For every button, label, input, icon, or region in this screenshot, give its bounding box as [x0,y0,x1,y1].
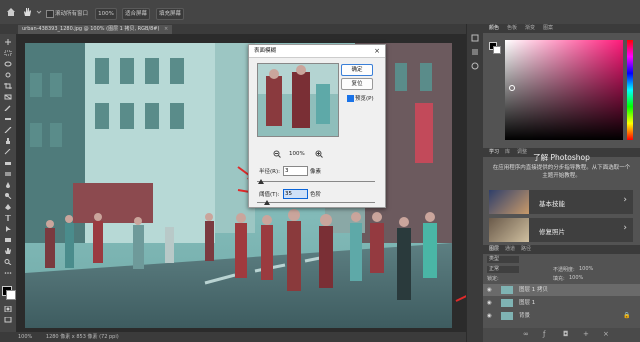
preview-checkbox[interactable] [347,95,354,102]
color-picker-cursor[interactable] [509,85,515,91]
surface-blur-dialog: 表面模糊 × 确定 复位 预览(P) 100% 半径(R): 3 像素 阈值(T… [248,44,386,208]
learn-item-label: 修复照片 [539,228,565,236]
tab-patterns[interactable]: 图案 [543,24,553,33]
learn-item-fix-photo[interactable]: 修复照片 › [489,218,633,242]
dialog-title-bar: 表面模糊 × [249,45,385,58]
tab-paths[interactable]: 路径 [521,245,531,254]
close-icon[interactable]: × [374,45,380,57]
learn-item-thumbnail [489,218,529,242]
mask-icon[interactable]: ◘ [563,330,569,338]
dialog-preview-image[interactable] [257,63,339,137]
fx-icon[interactable]: ƒ [543,330,545,338]
status-zoom: 100% [18,334,33,340]
preview-zoom-value: 100% [289,151,305,157]
zoom-out-icon[interactable] [273,150,281,158]
preview-label: 预览(P) [355,96,374,102]
eye-icon[interactable]: ◉ [487,284,492,296]
tab-gradients[interactable]: 渐变 [525,24,535,33]
eye-icon[interactable]: ◉ [487,297,492,309]
radius-slider-thumb[interactable] [258,179,264,184]
fill-value[interactable]: 100% [569,275,583,281]
radius-unit: 像素 [310,169,322,175]
layer-name: 图层 1 拷贝 [519,287,548,293]
threshold-slider-track[interactable] [257,202,375,203]
learn-description: 在应用程序内直接提供的分步指导教程。从下面选取一个主题开始教程。 [492,165,631,179]
threshold-label: 阈值(T): [259,192,280,198]
layer-kind-filter[interactable]: 类型 [487,256,519,263]
chevron-right-icon: › [623,195,627,205]
lock-icon: 🔒 [623,312,631,319]
chevron-right-icon: › [623,223,627,233]
learn-item-thumbnail [489,190,529,214]
layer-row-layer-1-copy[interactable]: ◉ 图层 1 拷贝 [483,284,640,296]
history-panel-icon[interactable] [471,34,479,42]
layer-row-layer-1[interactable]: ◉ 图层 1 [483,297,640,309]
tab-channels[interactable]: 通道 [505,245,515,254]
status-bar: 100% 1280 像素 x 853 像素 (72 ppi) [0,332,466,342]
learn-item-label: 基本技能 [539,200,565,208]
tab-layers[interactable]: 图层 [489,245,499,254]
reset-button[interactable]: 复位 [341,78,373,90]
brush-settings-panel-icon[interactable] [471,62,479,70]
threshold-slider-thumb[interactable] [264,200,270,205]
hue-slider[interactable] [627,40,633,140]
tab-color[interactable]: 颜色 [489,24,499,33]
radius-slider-track[interactable] [257,181,375,182]
trash-icon[interactable]: × [603,330,609,338]
right-panels: 颜色 色板 渐变 图案 学习 库 调整 了解 Photoshop 在应用程序内直… [483,24,640,342]
fill-label: 填充: [553,276,565,282]
link-layers-icon[interactable]: ∞ [523,330,529,338]
color-panel-tabs: 颜色 色板 渐变 图案 [483,24,640,33]
zoom-in-icon[interactable] [315,150,323,158]
ok-button[interactable]: 确定 [341,64,373,76]
color-picker-field[interactable] [505,40,623,140]
learn-item-basic-skills[interactable]: 基本技能 › [489,190,633,214]
opacity-value[interactable]: 100% [579,266,593,272]
layer-name: 背景 [519,313,531,319]
threshold-unit: 色阶 [310,192,322,198]
opacity-label: 不透明度: [553,267,575,273]
radius-input[interactable]: 3 [283,166,308,176]
new-layer-icon[interactable]: + [583,330,589,338]
background-swatch[interactable] [493,46,501,54]
layers-panel-tabs: 图层 通道 路径 [483,245,640,254]
layers-footer: ∞ ƒ ◘ + × [483,328,640,342]
learn-title: 了解 Photoshop [533,153,590,162]
eye-icon[interactable]: ◉ [487,310,492,322]
panel-icon-strip [466,24,483,342]
radius-label: 半径(R): [259,169,280,175]
properties-panel-icon[interactable] [471,48,479,56]
dialog-title: 表面模糊 [254,48,277,54]
layer-name: 图层 1 [519,300,536,306]
status-size: 1280 像素 x 853 像素 (72 ppi) [45,334,119,340]
tab-swatches[interactable]: 色板 [507,24,517,33]
threshold-input[interactable]: 35 [283,189,308,199]
layer-thumbnail [501,286,513,294]
layer-thumbnail [501,312,513,320]
lock-label: 锁定: [487,276,499,282]
layer-row-background[interactable]: ◉ 背景 🔒 [483,310,640,322]
layer-thumbnail [501,299,513,307]
blend-mode-select[interactable]: 正常 [487,266,519,273]
